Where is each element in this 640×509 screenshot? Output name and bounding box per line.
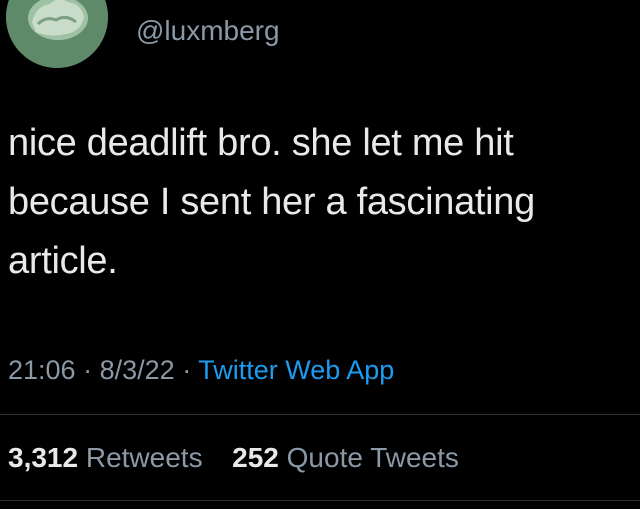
display-name-cropped: ~ ~ ~ ~ ~ xyxy=(133,0,273,6)
display-name-cropped-glyphs: ~ ~ ~ ~ ~ xyxy=(133,0,273,6)
divider xyxy=(0,414,640,415)
quote-tweets-stat[interactable]: 252 Quote Tweets xyxy=(232,442,459,473)
user-handle[interactable]: @luxmberg xyxy=(136,11,280,51)
quote-tweets-label: Quote Tweets xyxy=(286,442,459,473)
retweets-label: Retweets xyxy=(85,442,203,473)
retweets-stat[interactable]: 3,312 Retweets xyxy=(8,442,210,473)
tweet-source-link[interactable]: Twitter Web App xyxy=(198,355,394,385)
tweet-date[interactable]: 8/3/22 xyxy=(100,355,175,385)
tweet-detail: ~ ~ ~ ~ ~ @luxmberg nice deadlift bro. s… xyxy=(0,0,640,509)
meta-separator: · xyxy=(83,355,93,385)
tweet-text: nice deadlift bro. she let me hit becaus… xyxy=(8,122,535,282)
avatar[interactable] xyxy=(6,0,108,68)
tweet-stats: 3,312 Retweets 252 Quote Tweets xyxy=(8,438,459,478)
meta-separator: · xyxy=(182,355,192,385)
quote-tweets-count: 252 xyxy=(232,442,279,473)
avatar-image-icon xyxy=(6,0,108,68)
divider xyxy=(0,500,640,501)
retweets-count: 3,312 xyxy=(8,442,79,473)
tweet-time[interactable]: 21:06 xyxy=(8,355,76,385)
tweet-meta: 21:06 · 8/3/22 · Twitter Web App xyxy=(8,350,394,390)
